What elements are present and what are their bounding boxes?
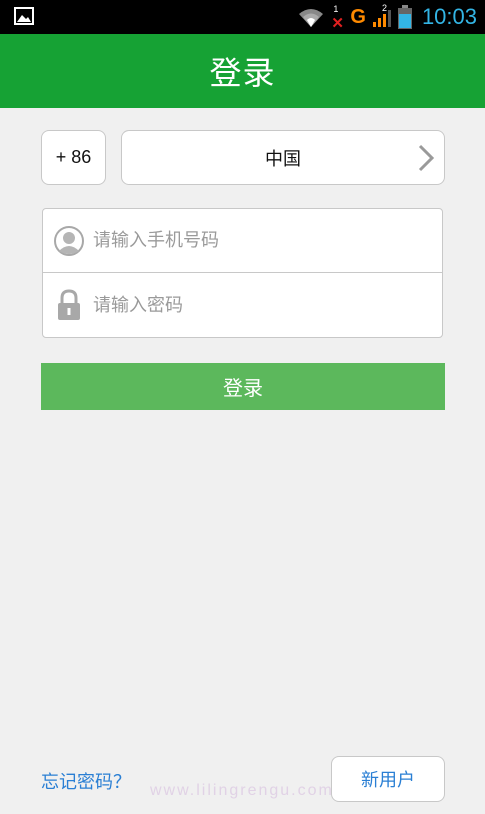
country-code-button[interactable]: + 86 (41, 130, 106, 185)
new-user-label: 新用户 (361, 770, 415, 791)
password-row (43, 273, 442, 337)
country-code-label: + 86 (55, 147, 92, 167)
chevron-right-icon (418, 144, 435, 172)
network-type: G (350, 5, 366, 28)
phone-row (43, 209, 442, 273)
signal-icon: 2 (372, 3, 392, 28)
title-bar: 登录 (0, 34, 485, 108)
battery-icon (397, 5, 412, 29)
status-icons: 1 ✕ G 2 10:03 (298, 0, 477, 34)
login-form (42, 208, 443, 338)
login-button[interactable]: 登录 (41, 363, 445, 410)
user-avatar-icon (54, 225, 84, 256)
status-time: 10:03 (421, 4, 477, 29)
watermark: www.lilingrengu.com (150, 782, 334, 799)
forgot-password-link[interactable]: 忘记密码？ (41, 768, 131, 794)
phone-input[interactable] (93, 230, 413, 251)
lock-icon (58, 289, 80, 320)
status-bar: 1 ✕ G 2 10:03 (0, 0, 485, 34)
country-name-label: 中国 (265, 148, 301, 170)
password-input[interactable] (93, 294, 413, 316)
missed-call-icon: 1 ✕ (331, 4, 344, 32)
wifi-icon (299, 9, 324, 27)
new-user-button[interactable]: 新用户 (331, 756, 445, 802)
missed-call-count: 1 (333, 4, 339, 14)
gallery-icon (14, 7, 34, 25)
page-title: 登录 (209, 54, 276, 92)
country-select-button[interactable]: 中国 (121, 130, 445, 185)
